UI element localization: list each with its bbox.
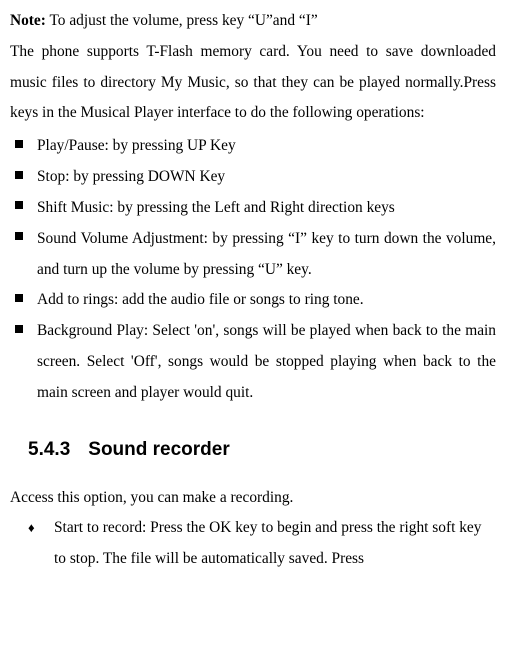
list-item: Background Play: Select 'on', songs will… <box>37 316 496 408</box>
note-paragraph: Note: To adjust the volume, press key “U… <box>10 6 496 37</box>
section-number: 5.4.3 <box>28 439 70 460</box>
note-label: Note: <box>10 12 46 29</box>
list-item: Shift Music: by pressing the Left and Ri… <box>37 193 496 224</box>
intro-paragraph: The phone supports T-Flash memory card. … <box>10 37 496 129</box>
section-heading: 5.4.3 Sound recorder <box>28 431 496 469</box>
list-item: Play/Pause: by pressing UP Key <box>37 131 496 162</box>
operations-list: Play/Pause: by pressing UP Key Stop: by … <box>10 131 496 408</box>
list-item: Add to rings: add the audio file or song… <box>37 285 496 316</box>
recorder-intro: Access this option, you can make a recor… <box>10 483 496 514</box>
section-title: Sound recorder <box>88 439 229 460</box>
note-text: To adjust the volume, press key “U”and “… <box>46 12 318 29</box>
list-item: Stop: by pressing DOWN Key <box>37 162 496 193</box>
list-item: Start to record: Press the OK key to beg… <box>54 513 496 575</box>
recorder-list: Start to record: Press the OK key to beg… <box>10 513 496 575</box>
list-item: Sound Volume Adjustment: by pressing “I”… <box>37 224 496 286</box>
